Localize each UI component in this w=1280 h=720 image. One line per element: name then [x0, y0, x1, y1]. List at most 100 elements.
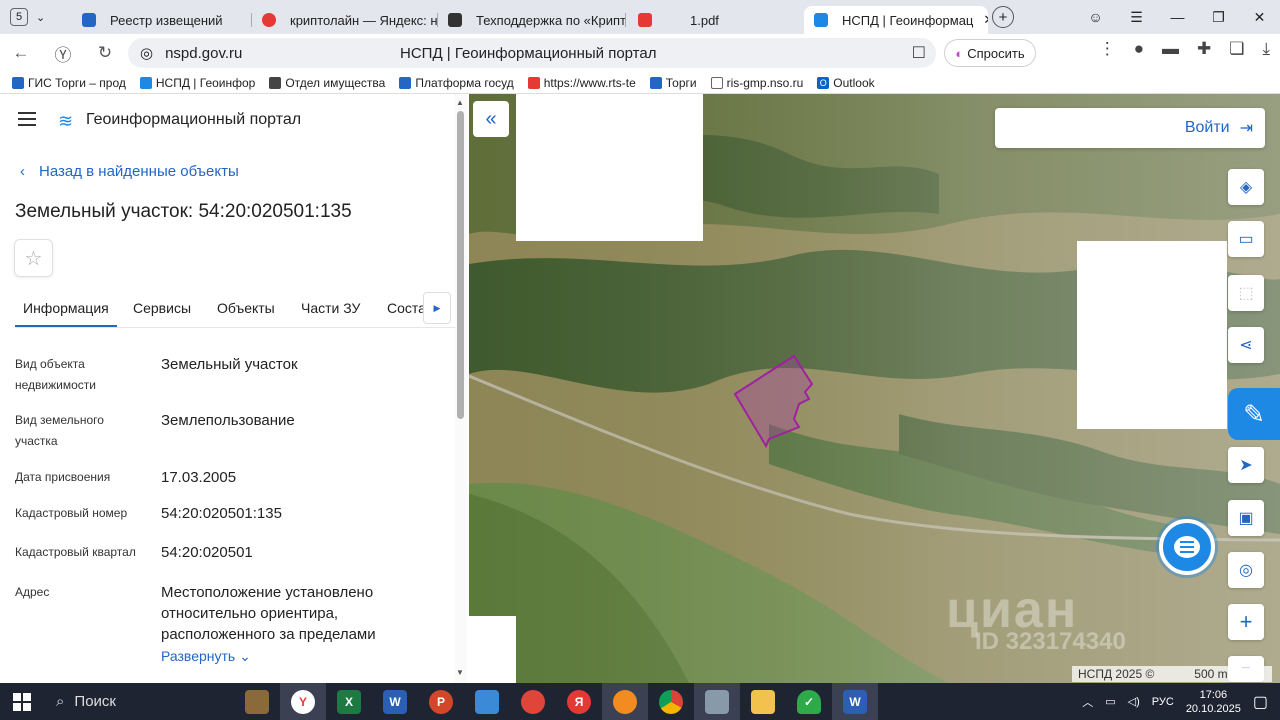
bookmark-gov-platform[interactable]: Платформа госуд [399, 76, 514, 90]
tab-support[interactable]: Техподдержка по «Крипт [438, 6, 626, 34]
extensions-icon[interactable]: ✚ [1197, 39, 1211, 59]
tab-services[interactable]: Сервисы [133, 300, 191, 316]
more-icon[interactable]: ⋮ [1099, 39, 1116, 59]
site-info-icon[interactable]: ◎ [140, 44, 153, 62]
app-word[interactable]: W [372, 683, 418, 720]
outlook-icon: O [817, 76, 830, 89]
tab-pdf[interactable]: 1.pdf [626, 6, 804, 34]
menu-icon[interactable]: ☰ [1116, 9, 1157, 26]
map-tile-gap [516, 94, 703, 241]
tab-yandex[interactable]: криптолайн — Яндекс: на [252, 6, 438, 34]
app-yandex-browser[interactable]: Y [280, 683, 326, 720]
scale-label: 500 m [1194, 667, 1228, 681]
tray-expand-icon[interactable]: ︿ [1082, 694, 1093, 710]
language-indicator[interactable]: РУС [1152, 696, 1174, 708]
reload-icon[interactable]: ↻ [84, 43, 126, 63]
zoom-in-button[interactable]: + [1228, 604, 1264, 640]
collapse-panel-button[interactable]: « [473, 101, 509, 137]
gosuslugi-badge[interactable]: ✎ [1228, 388, 1280, 440]
taskbar-search[interactable]: ⌕ Поиск [44, 683, 234, 720]
search-location-button[interactable]: ◎ [1228, 552, 1264, 588]
app-explorer[interactable] [740, 683, 786, 720]
start-button[interactable] [0, 683, 44, 720]
chevron-left-icon: ‹ [20, 163, 25, 180]
hamburger-menu-icon[interactable] [18, 112, 36, 130]
network-icon[interactable]: ▭ [1105, 695, 1115, 708]
url-field[interactable]: ◎ nspd.gov.ru НСПД | Геоинформационный п… [128, 38, 936, 68]
login-button[interactable]: Войти ⇥ [995, 108, 1265, 148]
field-label: Адрес [15, 585, 50, 599]
volume-icon[interactable]: ◁) [1128, 695, 1140, 708]
print-button[interactable]: ▣ [1228, 500, 1264, 536]
windows-logo-icon [13, 692, 31, 711]
favorite-star-button[interactable]: ☆ [14, 239, 53, 277]
bookmark-label: https://www.rts-te [543, 75, 636, 90]
app-yandex[interactable]: Я [556, 683, 602, 720]
new-tab-button[interactable]: + [992, 6, 1014, 28]
downloads-icon[interactable]: ⤓ [1262, 39, 1270, 59]
app-sloth[interactable] [234, 683, 280, 720]
app-photo[interactable] [694, 683, 740, 720]
bookmark-icon[interactable]: ☐ [912, 43, 926, 63]
scroll-up-icon[interactable]: ▲ [456, 98, 464, 107]
photo-icon [705, 689, 729, 714]
app-grid[interactable] [510, 683, 556, 720]
back-arrow-icon[interactable]: ← [0, 43, 42, 63]
app-excel[interactable]: X [326, 683, 372, 720]
restore-icon[interactable]: ❐ [1198, 9, 1239, 26]
yandex-home-icon[interactable]: Ⓨ [42, 41, 84, 66]
profile-icon[interactable]: ☺ [1075, 9, 1116, 25]
url-domain: nspd.gov.ru [165, 44, 243, 62]
tab-parts[interactable]: Части ЗУ [301, 300, 360, 316]
tab-reestr[interactable]: Реестр извещений [72, 6, 252, 34]
extension-avatar-icon[interactable]: ● [1134, 39, 1144, 59]
app-security[interactable]: ✓ [786, 683, 832, 720]
scroll-down-icon[interactable]: ▼ [456, 668, 464, 677]
ask-label: Спросить [967, 45, 1025, 61]
panel-scroll-thumb[interactable] [457, 111, 464, 419]
bookmark-torgi[interactable]: Торги [649, 76, 697, 90]
app-word-2[interactable]: W [832, 683, 878, 720]
eagle-icon [649, 76, 662, 89]
back-to-results-link[interactable]: ‹ Назад в найденные объекты [20, 163, 239, 180]
chat-button[interactable] [1159, 519, 1215, 575]
app-powerpoint[interactable]: P [418, 683, 464, 720]
chevron-down-icon[interactable]: ⌄ [36, 11, 45, 24]
tab-composition[interactable]: Соста [387, 300, 426, 316]
tabs-scroll-right-icon[interactable]: ▶ [423, 292, 451, 324]
collections-icon[interactable]: ❏ [1229, 39, 1244, 59]
excel-icon: X [337, 689, 361, 714]
measure-button[interactable]: ▭ [1228, 221, 1264, 257]
close-window-icon[interactable]: ✕ [1239, 9, 1280, 26]
bookmark-property-dept[interactable]: Отдел имущества [269, 76, 385, 90]
area-select-button[interactable]: ⬚ [1228, 275, 1264, 311]
bookmark-gis-torgi[interactable]: ГИС Торги – прод [12, 76, 126, 90]
app-chrome[interactable] [648, 683, 694, 720]
minimize-icon[interactable]: — [1157, 9, 1198, 25]
toolbar-icons: ⋮ ● ▬ ✚ ❏ ⤓ [1099, 39, 1270, 59]
expand-link[interactable]: Развернуть ⌄ [161, 648, 251, 665]
shield-icon[interactable]: ▬ [1162, 39, 1179, 59]
info-panel: ≋ Геоинформационный портал ‹ Назад в най… [0, 94, 469, 683]
tab-count-button[interactable]: 5 [10, 8, 28, 26]
tab-objects[interactable]: Объекты [217, 300, 275, 316]
bookmark-rts[interactable]: https://www.rts-te [527, 75, 636, 90]
layers-button[interactable]: ◈ [1228, 169, 1264, 205]
clock-time: 17:06 [1199, 688, 1228, 701]
tab-nspd-active[interactable]: НСПД | Геоинформац ✕ [804, 6, 988, 34]
bookmark-nspd[interactable]: НСПД | Геоинфор [139, 76, 255, 90]
bookmark-outlook[interactable]: O Outlook [817, 76, 875, 90]
clock[interactable]: 17:06 20.10.2025 [1186, 688, 1241, 716]
notifications-icon[interactable]: ▢ [1253, 692, 1268, 712]
locate-button[interactable]: ➤ [1228, 447, 1264, 483]
ask-button[interactable]: ◐ Спросить [944, 39, 1036, 67]
bookmark-ris-gmp[interactable]: ris-gmp.nso.ru [710, 76, 803, 90]
chat-icon [1174, 536, 1200, 558]
alice-icon: ◐ [955, 45, 964, 61]
app-firefox[interactable] [602, 683, 648, 720]
tab-information[interactable]: Информация [15, 300, 117, 327]
app-remote-desktop[interactable] [464, 683, 510, 720]
share-button[interactable]: ⋖ [1228, 327, 1264, 363]
close-icon[interactable]: ✕ [983, 12, 988, 28]
portal-title: Геоинформационный портал [86, 111, 302, 128]
